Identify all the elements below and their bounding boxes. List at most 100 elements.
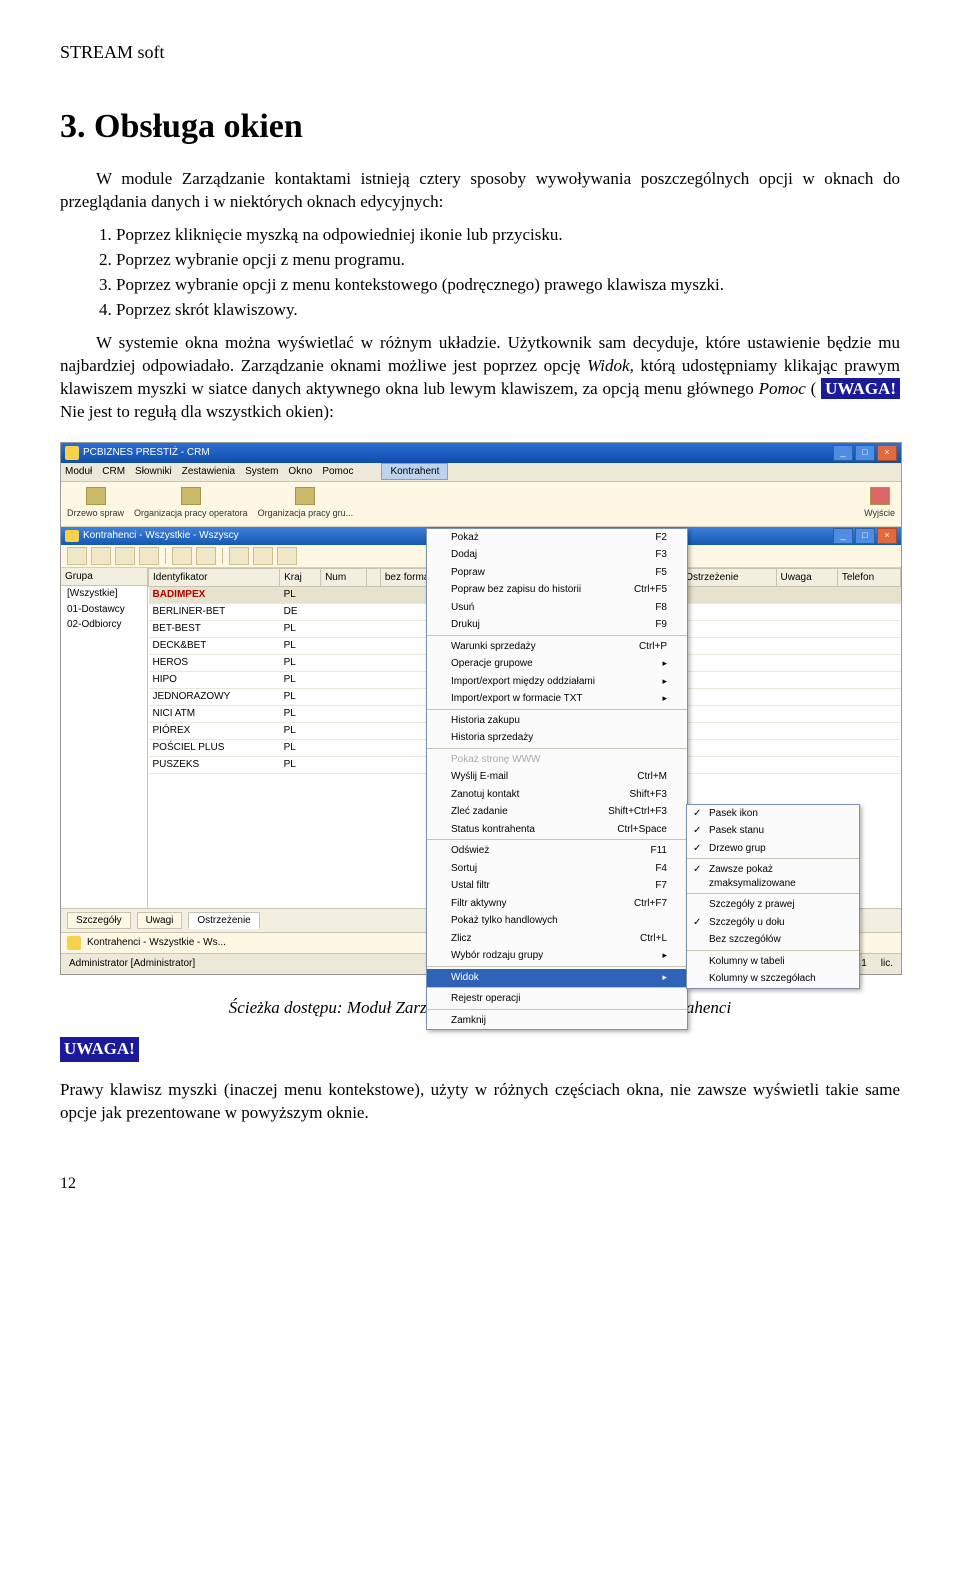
body-paragraph: W systemie okna można wyświetlać w różny… <box>60 332 900 424</box>
context-menu-item[interactable]: Operacje grupowe▸ <box>427 655 687 673</box>
toolbar-icon-button[interactable] <box>172 547 192 565</box>
context-menu-item[interactable]: SortujF4 <box>427 860 687 878</box>
submenu-item[interactable]: Szczegóły u dołu <box>687 914 859 932</box>
tab-button[interactable]: Szczegóły <box>67 912 131 930</box>
context-menu-item[interactable]: Warunki sprzedażyCtrl+P <box>427 638 687 656</box>
toolbar-icon-button[interactable] <box>91 547 111 565</box>
context-menu-item[interactable]: Popraw bez zapisu do historiiCtrl+F5 <box>427 581 687 599</box>
toolbar-button[interactable]: Drzewo spraw <box>67 487 124 519</box>
context-menu-item[interactable]: OdświeżF11 <box>427 842 687 860</box>
menu-item[interactable]: Pomoc <box>322 465 353 479</box>
context-menu-item[interactable]: DodajF3 <box>427 546 687 564</box>
submenu-item[interactable]: Pasek ikon <box>687 805 859 823</box>
submenu-arrow-icon: ▸ <box>662 675 667 689</box>
submenu-item[interactable]: Kolumny w tabeli <box>687 953 859 971</box>
sidebar-header: Grupa <box>61 568 147 587</box>
menu-item-shortcut: F4 <box>655 862 667 876</box>
table-cell <box>681 655 776 672</box>
menu-item-shortcut: Ctrl+Space <box>617 823 667 837</box>
menu-item[interactable]: Moduł <box>65 465 92 479</box>
submenu-item[interactable]: Pasek stanu <box>687 822 859 840</box>
submenu-arrow-icon: ▸ <box>662 692 667 706</box>
table-cell <box>321 706 367 723</box>
context-menu-item[interactable]: Pokaż tylko handlowych <box>427 912 687 930</box>
maximize-button[interactable]: □ <box>855 445 875 461</box>
menu-item-active[interactable]: Kontrahent <box>381 463 448 481</box>
menu-item[interactable]: Słowniki <box>135 465 172 479</box>
table-cell <box>367 587 381 604</box>
context-menu-item[interactable]: PoprawF5 <box>427 564 687 582</box>
table-cell <box>321 672 367 689</box>
context-menu-item[interactable]: Wyślij E-mailCtrl+M <box>427 768 687 786</box>
grid-column-header[interactable] <box>367 568 381 587</box>
menu-item[interactable]: Zestawienia <box>182 465 235 479</box>
grid-column-header[interactable]: Ostrzeżenie <box>681 568 776 587</box>
context-menu-item[interactable]: Zleć zadanieShift+Ctrl+F3 <box>427 803 687 821</box>
context-menu-item[interactable]: PokażF2 <box>427 529 687 547</box>
context-menu-item[interactable]: Widok▸ <box>427 969 687 989</box>
toolbar-icon-button[interactable] <box>139 547 159 565</box>
tab-button[interactable]: Uwagi <box>137 912 183 930</box>
menu-item-label: Zleć zadanie <box>451 805 608 819</box>
submenu-item[interactable]: Bez szczegółów <box>687 931 859 951</box>
menu-item-label: Sortuj <box>451 862 655 876</box>
toolbar-icon-button[interactable] <box>115 547 135 565</box>
table-cell <box>681 740 776 757</box>
submenu-item[interactable]: Zawsze pokaż zmaksymalizowane <box>687 861 859 894</box>
sidebar-item[interactable]: 02-Odbiorcy <box>61 617 147 633</box>
close-button[interactable]: × <box>877 445 897 461</box>
menu-item[interactable]: CRM <box>102 465 125 479</box>
context-menu-item[interactable]: Filtr aktywnyCtrl+F7 <box>427 895 687 913</box>
menu-item-label: Rejestr operacji <box>451 992 667 1006</box>
tab-button-active[interactable]: Ostrzeżenie <box>188 912 259 930</box>
menu-item[interactable]: System <box>245 465 278 479</box>
submenu-item[interactable]: Szczegóły z prawej <box>687 896 859 914</box>
menu-item-shortcut: Shift+Ctrl+F3 <box>608 805 667 819</box>
toolbar-button[interactable]: Organizacja pracy operatora <box>134 487 248 519</box>
table-cell <box>776 757 837 774</box>
context-menu-item[interactable]: Import/export w formacie TXT▸ <box>427 690 687 710</box>
table-cell <box>321 689 367 706</box>
context-menu-item[interactable]: Historia sprzedaży <box>427 729 687 749</box>
menu-item-label: Pasek ikon <box>709 807 839 821</box>
table-cell <box>776 621 837 638</box>
grid-column-header[interactable]: Telefon <box>837 568 900 587</box>
context-menu-item[interactable]: Zanotuj kontaktShift+F3 <box>427 786 687 804</box>
toolbar-icon-button[interactable] <box>253 547 273 565</box>
child-minimize-button[interactable]: _ <box>833 528 853 544</box>
context-menu-item[interactable]: DrukujF9 <box>427 616 687 636</box>
toolbar-icon-button[interactable] <box>277 547 297 565</box>
context-menu-item[interactable]: ZliczCtrl+L <box>427 930 687 948</box>
sidebar-item[interactable]: [Wszystkie] <box>61 586 147 602</box>
toolbar-button[interactable]: Organizacja pracy gru... <box>258 487 354 519</box>
context-menu-item[interactable]: Historia zakupu <box>427 712 687 730</box>
child-maximize-button[interactable]: □ <box>855 528 875 544</box>
context-menu-item[interactable]: Status kontrahentaCtrl+Space <box>427 821 687 841</box>
grid-column-header[interactable]: Num <box>321 568 367 587</box>
context-menu-item[interactable]: UsuńF8 <box>427 599 687 617</box>
context-menu-item[interactable]: Wybór rodzaju grupy▸ <box>427 947 687 967</box>
toolbar-icon-button[interactable] <box>196 547 216 565</box>
toolbar-icon-button[interactable] <box>67 547 87 565</box>
context-menu-item[interactable]: Ustal filtrF7 <box>427 877 687 895</box>
submenu-item[interactable]: Drzewo grup <box>687 840 859 860</box>
minimize-button[interactable]: _ <box>833 445 853 461</box>
text-run: ( <box>806 379 821 398</box>
toolbar-exit-button[interactable]: Wyjście <box>864 487 895 519</box>
menu-item[interactable]: Okno <box>288 465 312 479</box>
grid-column-header[interactable]: Uwaga <box>776 568 837 587</box>
task-label[interactable]: Kontrahenci - Wszystkie - Ws... <box>87 936 226 950</box>
grid-column-header[interactable]: Identyfikator <box>149 568 280 587</box>
grid-column-header[interactable]: Kraj <box>280 568 321 587</box>
toolbar-icon-button[interactable] <box>229 547 249 565</box>
context-menu-item[interactable]: Import/export między oddziałami▸ <box>427 673 687 691</box>
context-menu-item[interactable]: Zamknij <box>427 1012 687 1030</box>
submenu-item[interactable]: Kolumny w szczegółach <box>687 970 859 988</box>
table-cell <box>367 672 381 689</box>
group-icon <box>295 487 315 505</box>
menu-item-label: Warunki sprzedaży <box>451 640 639 654</box>
menu-item-label: Zlicz <box>451 932 640 946</box>
child-close-button[interactable]: × <box>877 528 897 544</box>
context-menu-item[interactable]: Rejestr operacji <box>427 990 687 1010</box>
sidebar-item[interactable]: 01-Dostawcy <box>61 602 147 618</box>
